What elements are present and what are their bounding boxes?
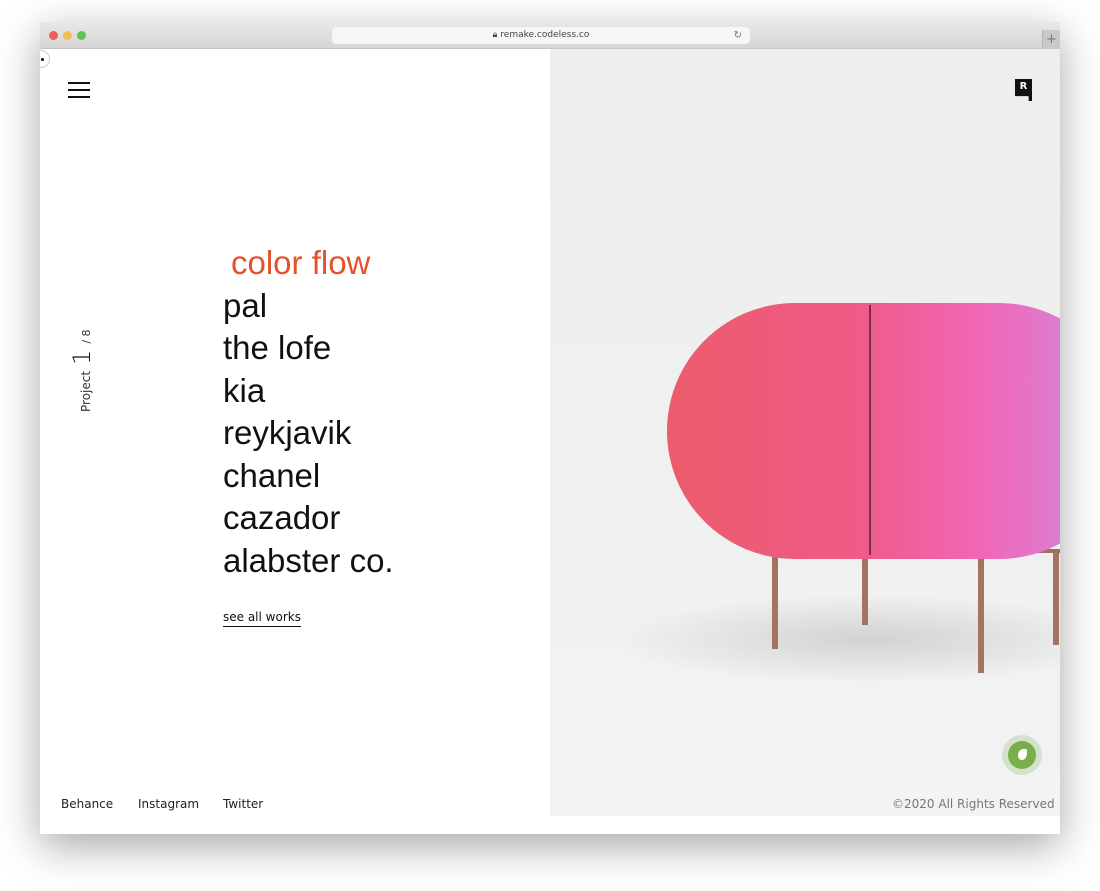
project-list: color flow pal the lofe kia reykjavik ch…: [223, 242, 394, 582]
logo-icon[interactable]: R: [1015, 79, 1032, 101]
cabinet-leg: [978, 553, 984, 673]
cabinet-leg: [862, 553, 868, 625]
see-all-works-link[interactable]: see all works: [223, 610, 301, 627]
project-hero-image: R: [550, 49, 1060, 816]
new-tab-button[interactable]: +: [1042, 30, 1060, 49]
maximize-button[interactable]: [77, 31, 86, 40]
counter-label: Project: [79, 370, 93, 412]
browser-toolbar: 🔒︎ remake.codeless.co ↻ +: [40, 22, 1060, 49]
counter-current: 1: [68, 349, 96, 365]
behance-link[interactable]: Behance: [61, 797, 113, 811]
cursor-indicator: [40, 50, 50, 68]
close-button[interactable]: [49, 31, 58, 40]
instagram-link[interactable]: Instagram: [138, 797, 199, 811]
project-item-cazador[interactable]: cazador: [223, 497, 394, 540]
project-counter: Project 1 / 8: [68, 329, 96, 412]
project-item-alabster-co[interactable]: alabster co.: [223, 540, 394, 583]
browser-window: 🔒︎ remake.codeless.co ↻ + Project 1 / 8 c…: [40, 22, 1060, 834]
cabinet-leg: [1053, 553, 1059, 645]
minimize-button[interactable]: [63, 31, 72, 40]
counter-total: / 8: [80, 329, 93, 344]
leaf-icon: [1018, 749, 1027, 760]
url-text: remake.codeless.co: [500, 30, 590, 40]
reload-icon[interactable]: ↻: [734, 27, 742, 44]
project-item-kia[interactable]: kia: [223, 370, 394, 413]
twitter-link[interactable]: Twitter: [223, 797, 263, 811]
copyright: ©2020 All Rights Reserved: [892, 797, 1055, 811]
project-item-chanel[interactable]: chanel: [223, 455, 394, 498]
cabinet-leg: [772, 549, 778, 649]
pink-cabinet: [667, 303, 1060, 559]
project-item-color-flow[interactable]: color flow: [223, 242, 394, 285]
envato-leaf-button[interactable]: [1002, 735, 1042, 775]
project-item-pal[interactable]: pal: [223, 285, 394, 328]
floor-shadow: [610, 594, 1060, 684]
project-item-the-lofe[interactable]: the lofe: [223, 327, 394, 370]
address-bar[interactable]: 🔒︎ remake.codeless.co ↻: [332, 27, 750, 44]
hamburger-icon[interactable]: [68, 82, 90, 98]
project-item-reykjavik[interactable]: reykjavik: [223, 412, 394, 455]
